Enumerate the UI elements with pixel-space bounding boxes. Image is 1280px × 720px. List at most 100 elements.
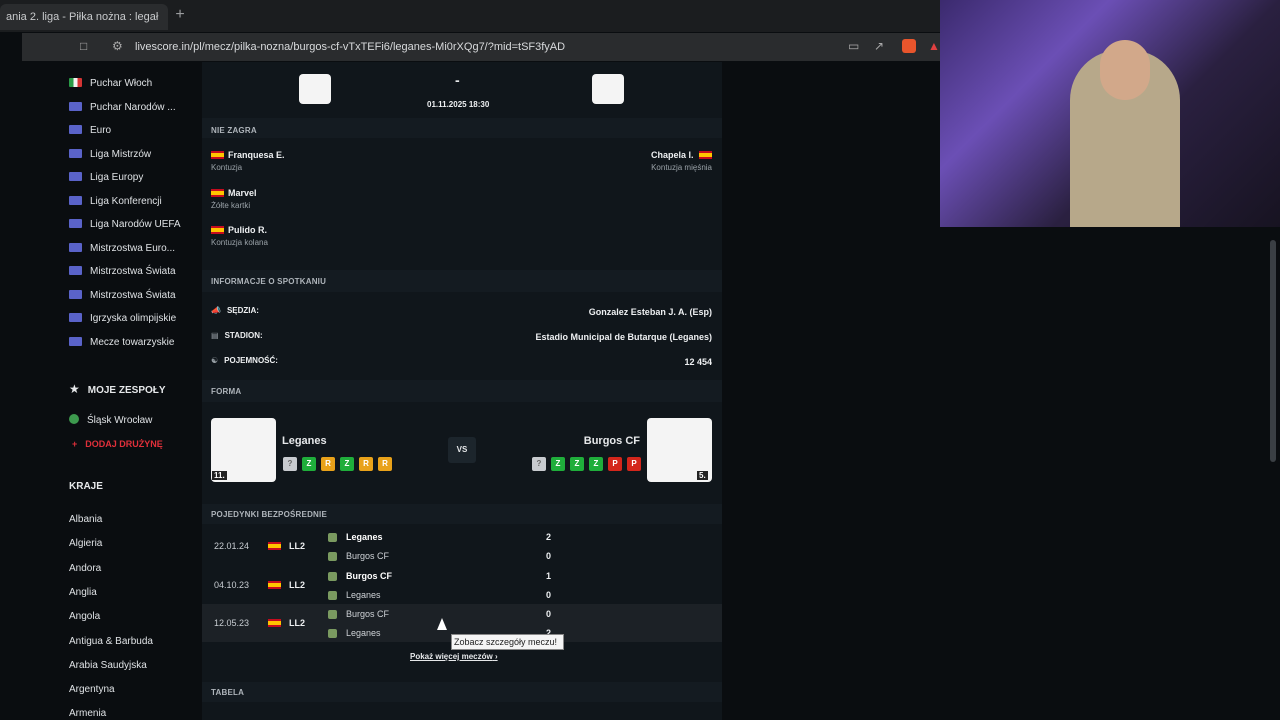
league-item[interactable]: Mistrzostwa Świata bbox=[69, 266, 176, 277]
h2h-team: Burgos CF bbox=[346, 609, 390, 619]
browser-tab[interactable]: ania 2. liga - Piłka nożna : legał bbox=[0, 4, 168, 30]
h2h-score: 1 bbox=[546, 570, 552, 581]
plus-icon: + bbox=[72, 439, 78, 449]
spain-flag-icon bbox=[268, 619, 281, 627]
league-item[interactable]: Euro bbox=[69, 125, 111, 136]
competition-icon bbox=[69, 289, 82, 299]
referee-row: 📣 SĘDZIA: bbox=[211, 306, 259, 315]
league-item[interactable]: Liga Europy bbox=[69, 172, 143, 183]
away-crest-icon[interactable] bbox=[592, 74, 624, 104]
chevron-right-icon: › bbox=[494, 652, 498, 661]
country-item[interactable]: Armenia bbox=[69, 708, 106, 719]
league-item[interactable]: Liga Narodów UEFA bbox=[69, 219, 181, 230]
match-datetime: 01.11.2025 18:30 bbox=[427, 100, 490, 109]
countries-header: KRAJE bbox=[69, 481, 103, 492]
streamer-head bbox=[1100, 40, 1150, 100]
home-crest-icon[interactable] bbox=[299, 74, 331, 104]
h2h-date: 04.10.23 bbox=[214, 579, 250, 590]
show-more-link[interactable]: Pokaż więcej meczów › bbox=[410, 652, 498, 661]
form-badge[interactable]: ? bbox=[283, 457, 297, 471]
vs-label: VS bbox=[448, 437, 476, 463]
h2h-score: 0 bbox=[546, 589, 552, 600]
h2h-team: Leganes bbox=[346, 628, 381, 638]
h2h-score: 0 bbox=[546, 609, 552, 619]
team-crest-icon bbox=[328, 533, 337, 542]
h2h-league: LL2 bbox=[289, 541, 306, 551]
h2h-score: 2 bbox=[546, 532, 552, 542]
team-crest-icon bbox=[328, 552, 337, 561]
league-item[interactable]: Puchar Narodów ... bbox=[69, 101, 176, 113]
my-team-item[interactable]: Śląsk Wrocław bbox=[69, 414, 152, 426]
country-item[interactable]: Albania bbox=[69, 514, 102, 525]
league-item[interactable]: Mistrzostwa Euro... bbox=[69, 242, 175, 254]
capacity-row: ☯ POJEMNOŚĆ: bbox=[211, 356, 278, 365]
league-item[interactable]: Liga Konferencji bbox=[69, 195, 162, 207]
away-form-badges: ? Z Z Z P P bbox=[532, 453, 646, 471]
h2h-league: LL2 bbox=[289, 618, 306, 628]
home-rank: 11. bbox=[212, 471, 227, 480]
competition-icon bbox=[69, 266, 82, 275]
spain-flag-icon bbox=[211, 188, 224, 197]
form-badge[interactable]: R bbox=[378, 457, 392, 471]
competition-icon bbox=[69, 148, 82, 158]
browser-tab-bar: ania 2. liga - Piłka nożna : legał + bbox=[0, 0, 940, 32]
h2h-section-title: POJEDYNKI BEZPOŚREDNIE bbox=[211, 510, 327, 519]
url-text[interactable]: livescore.in/pl/mecz/pilka-nozna/burgos-… bbox=[135, 41, 565, 53]
spain-flag-icon bbox=[268, 580, 281, 589]
scrollbar[interactable] bbox=[1270, 240, 1276, 462]
new-tab-icon[interactable]: + bbox=[172, 6, 188, 24]
capacity-value: 12 454 bbox=[684, 357, 712, 367]
absent-section-title: NIE ZAGRA bbox=[211, 126, 257, 135]
country-item[interactable]: Angola bbox=[69, 611, 100, 622]
bookmark-icon[interactable]: □ bbox=[80, 39, 87, 53]
absent-home-player[interactable]: Marvel Żółte kartki bbox=[211, 188, 257, 210]
form-badge[interactable]: R bbox=[359, 457, 373, 471]
absent-home-player[interactable]: Pulido R. Kontuzja kolana bbox=[211, 225, 268, 247]
absent-away-player[interactable]: Chapela I. Kontuzja mięśnia bbox=[651, 150, 712, 172]
warning-icon[interactable]: ▲ bbox=[928, 39, 940, 53]
referee-value: Gonzalez Esteban J. A. (Esp) bbox=[588, 307, 712, 317]
form-section-title: FORMA bbox=[211, 387, 242, 396]
people-icon: ☯ bbox=[211, 356, 219, 365]
h2h-date: 22.01.24 bbox=[214, 541, 250, 551]
form-badge[interactable]: Z bbox=[551, 457, 565, 471]
country-item[interactable]: Andora bbox=[69, 563, 101, 574]
brave-shield-icon[interactable] bbox=[902, 39, 916, 53]
h2h-team: Leganes bbox=[346, 532, 383, 542]
away-team-name[interactable]: Burgos CF bbox=[584, 435, 640, 447]
form-badge[interactable]: P bbox=[627, 457, 641, 471]
site-info-icon[interactable]: ⚙ bbox=[112, 39, 123, 53]
competition-icon bbox=[69, 195, 82, 205]
competition-icon bbox=[69, 336, 82, 346]
absent-home-player[interactable]: Franquesa E. Kontuzja bbox=[211, 150, 285, 172]
country-item[interactable]: Anglia bbox=[69, 587, 97, 598]
country-item[interactable]: Algieria bbox=[69, 538, 102, 549]
form-badge[interactable]: Z bbox=[302, 457, 316, 471]
form-badge[interactable]: ? bbox=[532, 457, 546, 471]
info-section-title: INFORMACJE O SPOTKANIU bbox=[211, 277, 327, 286]
league-item[interactable]: Igrzyska olimpijskie bbox=[69, 313, 176, 324]
mouse-cursor-icon bbox=[437, 618, 447, 630]
h2h-team: Burgos CF bbox=[346, 570, 392, 581]
cast-icon[interactable]: ▭ bbox=[848, 39, 859, 53]
form-badge[interactable]: Z bbox=[340, 457, 354, 471]
form-badge[interactable]: Z bbox=[570, 457, 584, 471]
league-item[interactable]: Mecze towarzyskie bbox=[69, 336, 174, 348]
league-item[interactable]: Puchar Włoch bbox=[69, 78, 152, 89]
form-badge[interactable]: P bbox=[608, 457, 622, 471]
league-item[interactable]: Liga Mistrzów bbox=[69, 148, 151, 160]
form-badge[interactable]: R bbox=[321, 457, 335, 471]
country-item[interactable]: Argentyna bbox=[69, 684, 115, 695]
spain-flag-icon bbox=[699, 151, 712, 159]
form-badge[interactable]: Z bbox=[589, 457, 603, 471]
spain-flag-icon bbox=[268, 542, 281, 550]
whistle-icon: 📣 bbox=[211, 306, 221, 315]
spain-flag-icon bbox=[211, 226, 224, 234]
country-item[interactable]: Antigua & Barbuda bbox=[69, 636, 153, 647]
league-item[interactable]: Mistrzostwa Świata bbox=[69, 289, 176, 301]
home-team-name[interactable]: Leganes bbox=[282, 435, 327, 447]
add-team-link[interactable]: + DODAJ DRUŻYNĘ bbox=[72, 439, 163, 449]
country-item[interactable]: Arabia Saudyjska bbox=[69, 660, 147, 671]
competition-icon bbox=[69, 313, 82, 322]
share-icon[interactable]: ↗ bbox=[874, 39, 884, 53]
